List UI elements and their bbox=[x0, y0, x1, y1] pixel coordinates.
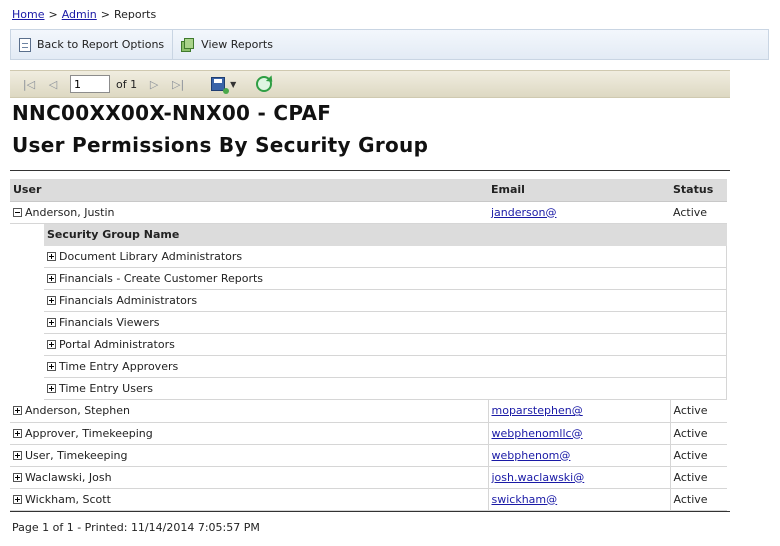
list-item: Document Library Administrators bbox=[10, 245, 727, 268]
security-group-name: Financials - Create Customer Reports bbox=[59, 272, 264, 285]
status-cell: Active bbox=[669, 444, 727, 467]
security-group-subtable-row: Security Group Name Document Library Adm… bbox=[10, 223, 727, 400]
column-header-email: Email bbox=[488, 179, 670, 202]
breadcrumb-admin-link[interactable]: Admin bbox=[62, 8, 97, 21]
expand-icon[interactable] bbox=[47, 384, 56, 393]
column-header-status: Status bbox=[670, 179, 727, 202]
status-cell: Active bbox=[669, 488, 727, 511]
list-item: Financials Administrators bbox=[10, 289, 727, 312]
table-row: Anderson, Stephen moparstephen@ Active bbox=[10, 400, 727, 423]
page-number-input[interactable] bbox=[70, 75, 110, 93]
expand-icon[interactable] bbox=[13, 428, 22, 438]
breadcrumb-current: Reports bbox=[113, 8, 157, 21]
report-subtitle: User Permissions By Security Group bbox=[12, 133, 429, 157]
expand-icon[interactable] bbox=[47, 274, 56, 283]
refresh-icon[interactable] bbox=[256, 76, 273, 92]
email-link[interactable]: webphenomllc@ bbox=[492, 427, 583, 440]
email-link[interactable]: josh.waclawski@ bbox=[492, 471, 585, 484]
table-row: Wickham, Scott swickham@ Active bbox=[10, 488, 727, 511]
user-cell: Approver, Timekeeping bbox=[10, 422, 488, 445]
user-cell: User, Timekeeping bbox=[10, 444, 488, 467]
user-name: User, Timekeeping bbox=[25, 448, 128, 462]
document-icon bbox=[19, 37, 31, 52]
expand-icon[interactable] bbox=[13, 406, 22, 416]
expand-icon[interactable] bbox=[47, 318, 56, 327]
export-dropdown-caret-icon[interactable]: ▼ bbox=[230, 80, 236, 89]
report-viewer-toolbar: |◁ ◁ of 1 ▷ ▷| ▼ bbox=[10, 70, 730, 98]
user-cell: Wickham, Scott bbox=[10, 488, 488, 511]
email-link[interactable]: janderson@ bbox=[491, 206, 556, 219]
security-group-name: Financials Administrators bbox=[59, 294, 198, 307]
report-action-bar: Back to Report Options View Reports bbox=[10, 29, 769, 60]
user-name: Anderson, Stephen bbox=[25, 404, 130, 418]
email-cell: webphenomllc@ bbox=[487, 422, 670, 445]
user-cell: Waclawski, Josh bbox=[10, 466, 488, 489]
email-cell: moparstephen@ bbox=[487, 400, 670, 423]
list-item: Portal Administrators bbox=[10, 333, 727, 356]
status-cell: Active bbox=[669, 422, 727, 445]
security-group-name: Time Entry Approvers bbox=[59, 360, 179, 373]
footer-divider bbox=[10, 511, 730, 512]
export-save-icon[interactable] bbox=[211, 77, 230, 94]
next-page-icon[interactable]: ▷ bbox=[145, 75, 163, 93]
view-reports-label: View Reports bbox=[201, 38, 273, 51]
breadcrumb-home-link[interactable]: Home bbox=[12, 8, 44, 21]
security-group-name: Document Library Administrators bbox=[59, 249, 243, 263]
expand-icon[interactable] bbox=[13, 472, 22, 482]
email-cell: webphenom@ bbox=[487, 444, 670, 467]
permissions-table: User Email Status Anderson, Justin jande… bbox=[10, 179, 727, 511]
expand-icon[interactable] bbox=[47, 296, 56, 305]
user-name: Waclawski, Josh bbox=[25, 470, 112, 484]
list-item: Time Entry Approvers bbox=[10, 355, 727, 378]
security-group-table: Security Group Name Document Library Adm… bbox=[10, 223, 727, 400]
table-header-row: User Email Status bbox=[10, 179, 727, 202]
user-cell: Anderson, Stephen bbox=[10, 400, 488, 423]
user-cell: Anderson, Justin bbox=[10, 201, 488, 224]
user-name: Wickham, Scott bbox=[25, 492, 111, 506]
table-row: User, Timekeeping webphenom@ Active bbox=[10, 444, 727, 467]
email-link[interactable]: webphenom@ bbox=[492, 449, 571, 462]
security-group-name: Time Entry Users bbox=[59, 382, 153, 395]
expand-icon[interactable] bbox=[13, 494, 22, 504]
breadcrumb-separator: > bbox=[100, 8, 110, 21]
expand-icon[interactable] bbox=[47, 340, 56, 349]
last-page-icon[interactable]: ▷| bbox=[169, 75, 187, 93]
status-cell: Active bbox=[669, 400, 727, 423]
back-to-report-options-button[interactable]: Back to Report Options bbox=[11, 30, 172, 59]
breadcrumb-separator: > bbox=[48, 8, 58, 21]
first-page-icon[interactable]: |◁ bbox=[20, 75, 38, 93]
column-header-user: User bbox=[10, 179, 488, 202]
user-name: Approver, Timekeeping bbox=[25, 426, 153, 440]
user-name: Anderson, Justin bbox=[25, 205, 115, 219]
list-item: Time Entry Users bbox=[10, 377, 727, 400]
list-item: Financials Viewers bbox=[10, 311, 727, 334]
email-link[interactable]: moparstephen@ bbox=[492, 404, 583, 417]
table-row: Approver, Timekeeping webphenomllc@ Acti… bbox=[10, 422, 727, 445]
expand-icon[interactable] bbox=[13, 450, 22, 460]
reports-stack-icon bbox=[181, 37, 195, 52]
title-divider bbox=[10, 170, 730, 171]
email-cell: swickham@ bbox=[487, 488, 670, 511]
email-cell: janderson@ bbox=[488, 201, 670, 224]
table-row: Anderson, Justin janderson@ Active bbox=[10, 201, 727, 224]
collapse-icon[interactable] bbox=[13, 207, 22, 217]
back-to-report-options-label: Back to Report Options bbox=[37, 38, 165, 51]
previous-page-icon[interactable]: ◁ bbox=[44, 75, 62, 93]
report-title: NNC00XX00X-NNX00 - CPAF bbox=[12, 101, 332, 125]
page-count-label: of 1 bbox=[116, 77, 138, 91]
print-footer: Page 1 of 1 - Printed: 11/14/2014 7:05:5… bbox=[12, 521, 260, 534]
expand-icon[interactable] bbox=[47, 251, 56, 261]
security-group-name: Financials Viewers bbox=[59, 316, 160, 329]
email-link[interactable]: swickham@ bbox=[492, 493, 558, 506]
status-cell: Active bbox=[670, 201, 727, 224]
expand-icon[interactable] bbox=[47, 362, 56, 371]
breadcrumb: Home > Admin > Reports bbox=[12, 8, 156, 21]
security-group-name: Portal Administrators bbox=[59, 338, 175, 351]
table-row: Waclawski, Josh josh.waclawski@ Active bbox=[10, 466, 727, 489]
list-item: Financials - Create Customer Reports bbox=[10, 267, 727, 290]
status-cell: Active bbox=[669, 466, 727, 489]
view-reports-button[interactable]: View Reports bbox=[172, 30, 281, 59]
email-cell: josh.waclawski@ bbox=[487, 466, 670, 489]
security-group-header: Security Group Name bbox=[44, 223, 727, 246]
